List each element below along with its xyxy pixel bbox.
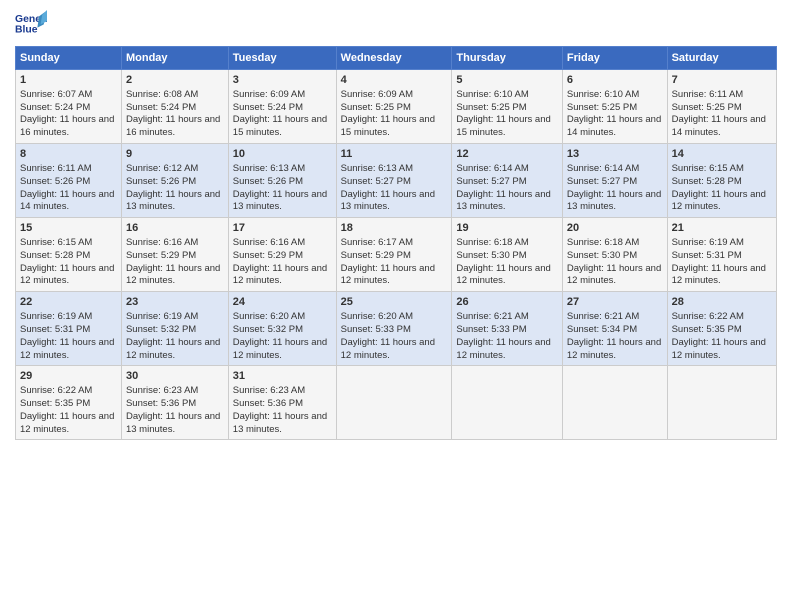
day-number: 9 <box>126 147 224 162</box>
day-cell-8: 8Sunrise: 6:11 AMSunset: 5:26 PMDaylight… <box>16 144 122 218</box>
header-day-sunday: Sunday <box>16 47 122 70</box>
week-row-5: 29Sunrise: 6:22 AMSunset: 5:35 PMDayligh… <box>16 366 777 440</box>
day-number: 3 <box>233 73 332 88</box>
day-number: 17 <box>233 221 332 236</box>
day-cell-27: 27Sunrise: 6:21 AMSunset: 5:34 PMDayligh… <box>562 292 667 366</box>
day-number: 4 <box>341 73 448 88</box>
day-cell-22: 22Sunrise: 6:19 AMSunset: 5:31 PMDayligh… <box>16 292 122 366</box>
header-day-tuesday: Tuesday <box>228 47 336 70</box>
week-row-2: 8Sunrise: 6:11 AMSunset: 5:26 PMDaylight… <box>16 144 777 218</box>
day-cell-2: 2Sunrise: 6:08 AMSunset: 5:24 PMDaylight… <box>121 70 228 144</box>
calendar-page: General Blue SundayMondayTuesdayWednesda… <box>0 0 792 612</box>
day-cell-21: 21Sunrise: 6:19 AMSunset: 5:31 PMDayligh… <box>667 218 776 292</box>
day-number: 8 <box>20 147 117 162</box>
day-cell-19: 19Sunrise: 6:18 AMSunset: 5:30 PMDayligh… <box>452 218 562 292</box>
day-cell-26: 26Sunrise: 6:21 AMSunset: 5:33 PMDayligh… <box>452 292 562 366</box>
day-cell-12: 12Sunrise: 6:14 AMSunset: 5:27 PMDayligh… <box>452 144 562 218</box>
day-cell-7: 7Sunrise: 6:11 AMSunset: 5:25 PMDaylight… <box>667 70 776 144</box>
day-cell-25: 25Sunrise: 6:20 AMSunset: 5:33 PMDayligh… <box>336 292 452 366</box>
day-cell-30: 30Sunrise: 6:23 AMSunset: 5:36 PMDayligh… <box>121 366 228 440</box>
day-number: 15 <box>20 221 117 236</box>
day-number: 24 <box>233 295 332 310</box>
empty-cell <box>336 366 452 440</box>
day-cell-29: 29Sunrise: 6:22 AMSunset: 5:35 PMDayligh… <box>16 366 122 440</box>
week-row-1: 1Sunrise: 6:07 AMSunset: 5:24 PMDaylight… <box>16 70 777 144</box>
header-day-monday: Monday <box>121 47 228 70</box>
day-number: 10 <box>233 147 332 162</box>
day-number: 2 <box>126 73 224 88</box>
day-cell-1: 1Sunrise: 6:07 AMSunset: 5:24 PMDaylight… <box>16 70 122 144</box>
header-day-wednesday: Wednesday <box>336 47 452 70</box>
logo-icon: General Blue <box>15 10 47 38</box>
day-cell-16: 16Sunrise: 6:16 AMSunset: 5:29 PMDayligh… <box>121 218 228 292</box>
day-number: 29 <box>20 369 117 384</box>
day-cell-28: 28Sunrise: 6:22 AMSunset: 5:35 PMDayligh… <box>667 292 776 366</box>
empty-cell <box>452 366 562 440</box>
day-cell-4: 4Sunrise: 6:09 AMSunset: 5:25 PMDaylight… <box>336 70 452 144</box>
day-number: 12 <box>456 147 557 162</box>
svg-text:Blue: Blue <box>15 24 38 35</box>
day-cell-31: 31Sunrise: 6:23 AMSunset: 5:36 PMDayligh… <box>228 366 336 440</box>
day-cell-24: 24Sunrise: 6:20 AMSunset: 5:32 PMDayligh… <box>228 292 336 366</box>
day-cell-15: 15Sunrise: 6:15 AMSunset: 5:28 PMDayligh… <box>16 218 122 292</box>
day-number: 18 <box>341 221 448 236</box>
day-cell-20: 20Sunrise: 6:18 AMSunset: 5:30 PMDayligh… <box>562 218 667 292</box>
day-cell-17: 17Sunrise: 6:16 AMSunset: 5:29 PMDayligh… <box>228 218 336 292</box>
empty-cell <box>562 366 667 440</box>
day-cell-3: 3Sunrise: 6:09 AMSunset: 5:24 PMDaylight… <box>228 70 336 144</box>
day-cell-18: 18Sunrise: 6:17 AMSunset: 5:29 PMDayligh… <box>336 218 452 292</box>
day-number: 23 <box>126 295 224 310</box>
header-day-friday: Friday <box>562 47 667 70</box>
day-number: 26 <box>456 295 557 310</box>
header: General Blue <box>15 10 777 38</box>
logo: General Blue <box>15 10 50 38</box>
header-row: SundayMondayTuesdayWednesdayThursdayFrid… <box>16 47 777 70</box>
day-number: 28 <box>672 295 772 310</box>
day-number: 14 <box>672 147 772 162</box>
day-number: 21 <box>672 221 772 236</box>
day-cell-10: 10Sunrise: 6:13 AMSunset: 5:26 PMDayligh… <box>228 144 336 218</box>
day-cell-6: 6Sunrise: 6:10 AMSunset: 5:25 PMDaylight… <box>562 70 667 144</box>
day-number: 20 <box>567 221 663 236</box>
day-number: 11 <box>341 147 448 162</box>
day-cell-14: 14Sunrise: 6:15 AMSunset: 5:28 PMDayligh… <box>667 144 776 218</box>
day-number: 22 <box>20 295 117 310</box>
day-number: 7 <box>672 73 772 88</box>
day-cell-23: 23Sunrise: 6:19 AMSunset: 5:32 PMDayligh… <box>121 292 228 366</box>
week-row-4: 22Sunrise: 6:19 AMSunset: 5:31 PMDayligh… <box>16 292 777 366</box>
day-cell-11: 11Sunrise: 6:13 AMSunset: 5:27 PMDayligh… <box>336 144 452 218</box>
day-number: 13 <box>567 147 663 162</box>
day-number: 25 <box>341 295 448 310</box>
day-number: 5 <box>456 73 557 88</box>
empty-cell <box>667 366 776 440</box>
day-number: 19 <box>456 221 557 236</box>
header-day-saturday: Saturday <box>667 47 776 70</box>
day-number: 27 <box>567 295 663 310</box>
header-day-thursday: Thursday <box>452 47 562 70</box>
week-row-3: 15Sunrise: 6:15 AMSunset: 5:28 PMDayligh… <box>16 218 777 292</box>
day-cell-9: 9Sunrise: 6:12 AMSunset: 5:26 PMDaylight… <box>121 144 228 218</box>
day-number: 30 <box>126 369 224 384</box>
day-number: 1 <box>20 73 117 88</box>
day-number: 31 <box>233 369 332 384</box>
day-cell-13: 13Sunrise: 6:14 AMSunset: 5:27 PMDayligh… <box>562 144 667 218</box>
calendar-table: SundayMondayTuesdayWednesdayThursdayFrid… <box>15 46 777 440</box>
day-cell-5: 5Sunrise: 6:10 AMSunset: 5:25 PMDaylight… <box>452 70 562 144</box>
day-number: 16 <box>126 221 224 236</box>
day-number: 6 <box>567 73 663 88</box>
